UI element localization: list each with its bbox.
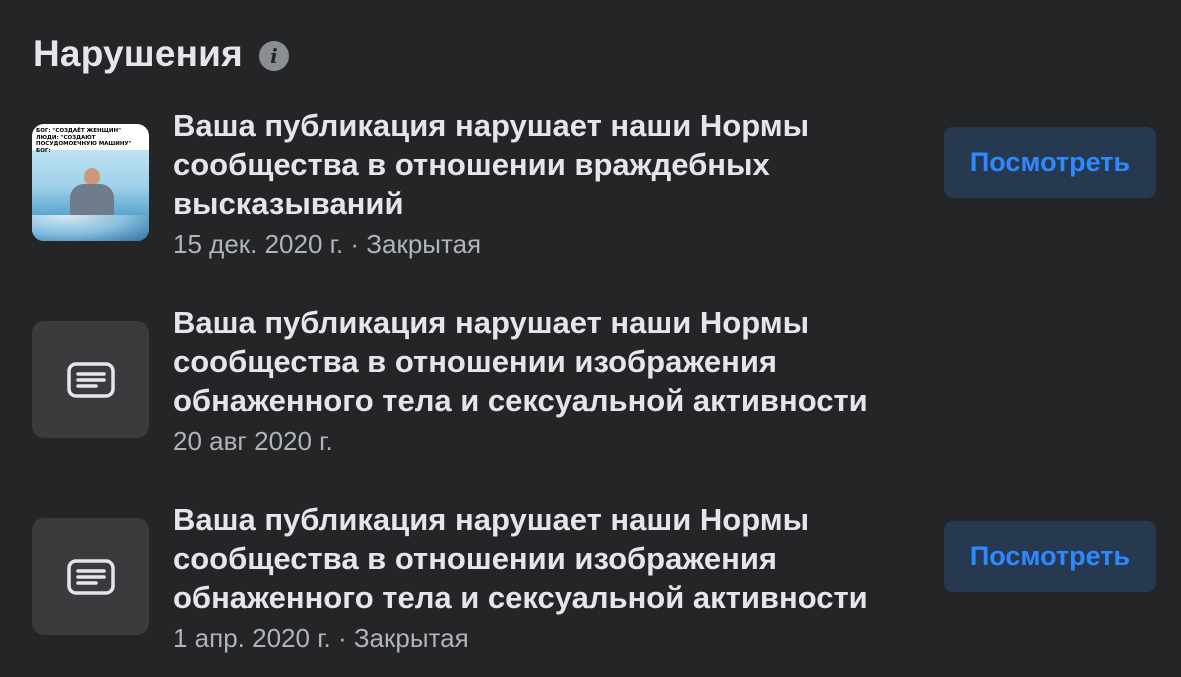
view-button[interactable]: Посмотреть — [944, 127, 1156, 198]
violation-meta: 1 апр. 2020 г. · Закрытая — [173, 623, 469, 653]
section-header: Нарушения i — [33, 33, 289, 75]
violation-item: Ваша публикация нарушает наши Нормы сооб… — [32, 500, 1156, 670]
violation-title: Ваша публикация нарушает наши Нормы сооб… — [173, 305, 868, 418]
violation-text: Ваша публикация нарушает наши Нормы сооб… — [173, 500, 913, 655]
section-title: Нарушения — [33, 33, 243, 74]
violation-title: Ваша публикация нарушает наши Нормы сооб… — [173, 108, 810, 221]
text-post-icon — [66, 558, 115, 595]
thumbnail-image — [32, 150, 149, 241]
violation-text: Ваша публикация нарушает наши Нормы сооб… — [173, 303, 913, 458]
violation-item: Ваша публикация нарушает наши Нормы сооб… — [32, 303, 1156, 473]
info-icon[interactable]: i — [258, 41, 289, 71]
violation-text: Ваша публикация нарушает наши Нормы сооб… — [173, 106, 913, 261]
post-thumbnail[interactable]: БОГ: "СОЗДАЁТ ЖЕНЩИН" ЛЮДИ: "СОЗДАЮТ ПОС… — [32, 124, 149, 241]
violation-title: Ваша публикация нарушает наши Нормы сооб… — [173, 502, 868, 615]
thumbnail-caption: БОГ: "СОЗДАЁТ ЖЕНЩИН" ЛЮДИ: "СОЗДАЮТ ПОС… — [36, 128, 132, 154]
text-post-icon — [66, 361, 115, 398]
violations-panel: Нарушения i БОГ: "СОЗДАЁТ ЖЕНЩИН" ЛЮДИ: … — [0, 0, 1181, 677]
text-post-thumbnail[interactable] — [32, 321, 149, 438]
violation-meta: 15 дек. 2020 г. · Закрытая — [173, 229, 482, 259]
violation-item: БОГ: "СОЗДАЁТ ЖЕНЩИН" ЛЮДИ: "СОЗДАЮТ ПОС… — [32, 106, 1156, 276]
text-post-thumbnail[interactable] — [32, 518, 149, 635]
violation-meta: 20 авг 2020 г. — [173, 426, 333, 456]
view-button[interactable]: Посмотреть — [944, 521, 1156, 592]
